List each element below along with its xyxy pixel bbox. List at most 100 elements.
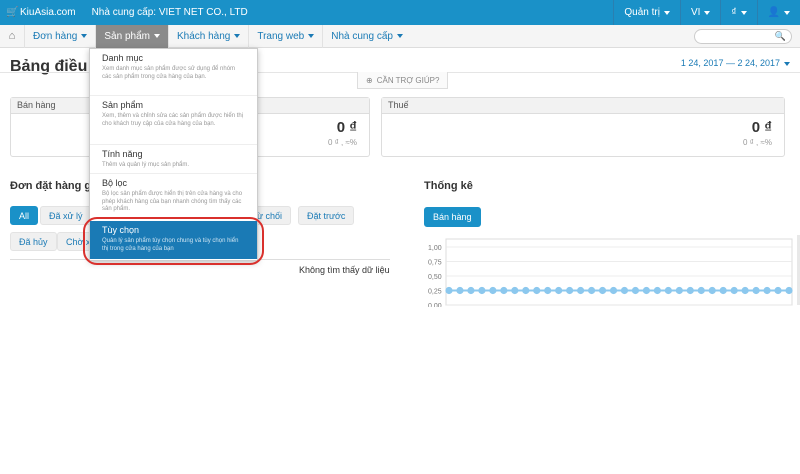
tax-change: 0 ₫ , ≈% — [743, 138, 772, 147]
data-point — [631, 286, 640, 295]
menu-item-filters[interactable]: Bộ lọc Bộ lọc sản phẩm được hiển thị trê… — [90, 174, 257, 219]
admin-label: Quản trị — [624, 7, 660, 18]
data-point — [598, 286, 607, 295]
filter-backordered[interactable]: Đặt trước — [298, 206, 355, 225]
nav-products[interactable]: Sản phẩm — [95, 24, 168, 48]
filter-processed[interactable]: Đã xử lý — [40, 206, 92, 225]
data-point — [785, 286, 793, 295]
user-icon: 👤 — [767, 7, 780, 18]
y-tick-label: 1,00 — [428, 245, 442, 252]
menu-item-title: Tính năng — [102, 149, 143, 159]
chevron-down-icon — [784, 61, 790, 66]
data-point — [577, 286, 585, 295]
main-nav: ⌂ Đơn hàng Sản phẩm Khách hàng Trang web… — [0, 24, 800, 48]
data-point — [478, 286, 486, 295]
nav-products-label: Sản phẩm — [104, 30, 150, 42]
stats-tab-sales[interactable]: Bán hàng — [424, 207, 481, 227]
data-point — [730, 286, 738, 295]
filter-cancelled[interactable]: Đã hủy — [10, 232, 57, 251]
sales-amount: 0 ₫ — [336, 119, 357, 136]
data-point — [500, 286, 508, 295]
menu-item-title: Danh mục — [102, 53, 144, 63]
data-point — [653, 286, 661, 295]
data-point — [609, 286, 618, 295]
y-tick-label: 0,00 — [428, 303, 442, 307]
data-point — [642, 286, 651, 295]
sales-change: 0 ₫ , ≈% — [328, 138, 357, 147]
nav-website-label: Trang web — [257, 30, 305, 42]
chevron-down-icon — [81, 34, 88, 38]
data-point — [566, 286, 574, 295]
search-input[interactable]: 🔍 — [694, 29, 792, 44]
chevron-down-icon — [784, 10, 790, 15]
data-point — [741, 286, 749, 295]
brand[interactable]: 🛒 KiuAsia.com — [0, 7, 76, 18]
help-button[interactable]: ⊕ CẦN TRỢ GIÚP? — [357, 72, 449, 89]
chevron-down-icon — [308, 34, 315, 38]
data-point — [752, 286, 760, 295]
data-point — [445, 286, 453, 295]
y-tick-label: 0,25 — [428, 289, 442, 296]
data-point — [587, 286, 596, 295]
nav-vendors[interactable]: Nhà cung cấp — [322, 24, 411, 48]
stats-chart: 1,00 0,75 0,50 0,25 0,00 — [428, 238, 793, 307]
vendor-label: Nhà cung cấp: VIET NET CO., LTD — [91, 7, 248, 18]
menu-item-desc: Bộ lọc sản phẩm được hiển thị trên cửa h… — [102, 191, 243, 212]
data-point — [686, 286, 694, 295]
highlight-annotation — [83, 217, 264, 265]
nav-orders[interactable]: Đơn hàng — [24, 24, 95, 48]
menu-item-desc: Xem, thêm và chỉnh sửa các sản phẩm được… — [102, 113, 244, 127]
currency-label: ₫ — [731, 7, 737, 18]
menu-item-products[interactable]: Sản phẩm Xem, thêm và chỉnh sửa các sản … — [90, 96, 257, 145]
date-range-label: 1 24, 2017 — 2 24, 2017 — [680, 58, 780, 68]
data-point — [544, 286, 552, 295]
user-menu[interactable]: 👤 — [756, 0, 800, 25]
tax-panel: Thuế 0 ₫ 0 ₫ , ≈% — [381, 97, 785, 157]
home-icon[interactable]: ⌂ — [0, 30, 24, 42]
nav-customers[interactable]: Khách hàng — [167, 24, 248, 48]
nav-vendors-label: Nhà cung cấp — [331, 30, 393, 42]
help-icon: ⊕ — [366, 75, 373, 85]
menu-item-title: Sản phẩm — [102, 100, 144, 110]
search-icon[interactable]: 🔍 — [775, 31, 786, 42]
data-point — [467, 286, 475, 295]
filter-all[interactable]: All — [10, 206, 39, 225]
data-point — [522, 286, 530, 295]
menu-item-desc: Xem danh mục sản phẩm được sử dụng để nh… — [102, 66, 236, 80]
brand-name: KiuAsia.com — [20, 7, 76, 18]
menu-item-features[interactable]: Tính năng Thêm và quản lý mục sản phẩm. — [90, 145, 257, 174]
data-point — [708, 286, 716, 295]
chevron-down-icon — [234, 34, 241, 38]
data-point — [456, 286, 464, 295]
date-range-picker[interactable]: 1 24, 2017 — 2 24, 2017 — [681, 58, 790, 68]
page-title: Bảng điều k — [10, 58, 101, 75]
data-point — [675, 286, 683, 295]
admin-menu[interactable]: Quản trị — [613, 0, 680, 25]
menu-item-desc: Thêm và quản lý mục sản phẩm. — [102, 162, 190, 168]
data-point — [533, 286, 541, 295]
menu-item-categories[interactable]: Danh mục Xem danh mục sản phẩm được sử d… — [90, 49, 257, 96]
top-bar: 🛒 KiuAsia.com Nhà cung cấp: VIET NET CO.… — [0, 0, 800, 25]
data-point — [489, 286, 497, 295]
data-point — [511, 286, 519, 295]
orders-empty-message: Không tìm thấy dữ liệu — [299, 265, 390, 275]
chevron-down-icon — [396, 34, 403, 38]
chevron-down-icon — [704, 10, 711, 15]
nav-orders-label: Đơn hàng — [33, 30, 78, 42]
nav-customers-label: Khách hàng — [176, 30, 231, 42]
nav-website[interactable]: Trang web — [248, 24, 322, 48]
y-tick-label: 0,50 — [428, 274, 442, 281]
cart-icon: 🛒 — [6, 7, 19, 18]
data-point — [697, 286, 705, 295]
currency-menu[interactable]: ₫ — [720, 0, 756, 25]
language-label: VI — [690, 7, 701, 18]
sales-panel-values: 0 ₫ 0 ₫ , ≈% — [258, 97, 370, 157]
data-point — [555, 286, 563, 295]
y-tick-label: 0,75 — [428, 260, 442, 267]
data-point — [774, 286, 782, 295]
language-menu[interactable]: VI — [679, 0, 720, 25]
orders-title: Đơn đặt hàng gầ — [10, 180, 98, 192]
chevron-down-icon — [663, 10, 670, 15]
help-label: CẦN TRỢ GIÚP? — [376, 75, 440, 85]
chevron-down-icon — [740, 10, 747, 15]
